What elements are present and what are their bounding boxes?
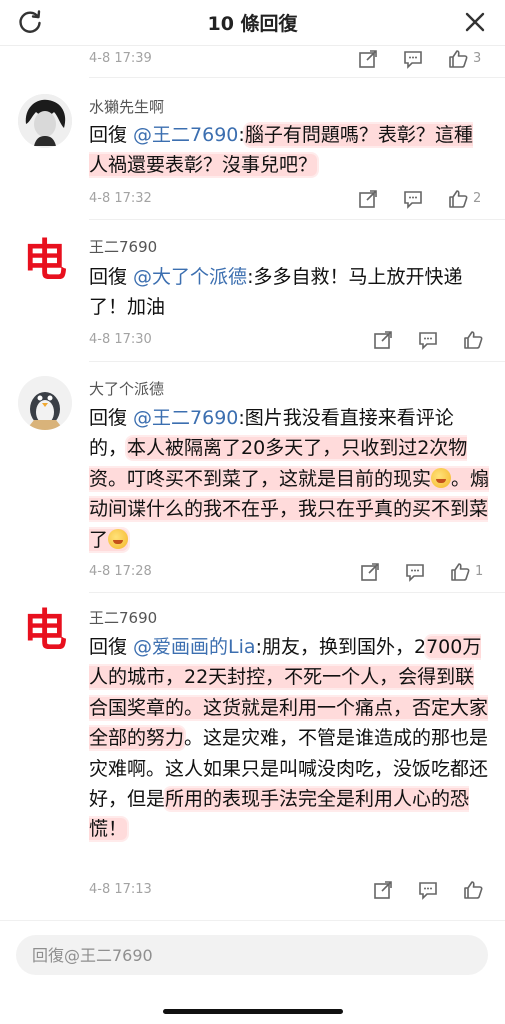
share-icon[interactable] xyxy=(359,561,383,585)
share-icon[interactable] xyxy=(357,188,381,212)
like-icon[interactable] xyxy=(462,879,486,903)
comment-time: 4-8 17:28 xyxy=(89,564,152,579)
like-icon[interactable] xyxy=(449,561,473,585)
page-title: 10 條回復 xyxy=(207,13,298,35)
comment-username[interactable]: 水獺先生啊 xyxy=(89,96,164,117)
comment-time: 4-8 17:30 xyxy=(89,332,152,347)
comment-icon[interactable] xyxy=(404,561,428,585)
avatar[interactable]: 电 xyxy=(18,234,72,288)
like-icon[interactable] xyxy=(447,48,471,72)
comment-time: 4-8 17:13 xyxy=(89,882,152,897)
like-icon[interactable] xyxy=(462,329,486,353)
emoji-icon xyxy=(108,528,129,549)
top-bar: 10 條回復 xyxy=(0,0,505,46)
comment-text: 回復 @王二7690:图片我没看直接来看评论的，本人被隔离了20多天了，只收到过… xyxy=(89,403,491,555)
reply-prefix: 回復 xyxy=(89,407,134,429)
mention-link[interactable]: @大了个派德 xyxy=(133,266,247,288)
comment-icon[interactable] xyxy=(417,879,441,903)
reply-input[interactable] xyxy=(16,935,488,975)
comment-meta-row: 4-8 17:28 1 xyxy=(89,561,487,585)
comment-icon[interactable] xyxy=(402,48,426,72)
divider xyxy=(89,77,505,78)
comment-icon[interactable] xyxy=(417,329,441,353)
comment-text: 回復 @大了个派德:多多自救！马上放开快递了！加油 xyxy=(89,262,491,323)
comment-username[interactable]: 大了个派德 xyxy=(89,378,164,399)
comment-meta-row: 4-8 17:13 xyxy=(89,879,487,903)
comment-meta-row: 4-8 17:30 xyxy=(89,329,487,353)
reply-prefix: 回復 xyxy=(89,636,134,658)
avatar[interactable] xyxy=(18,376,72,430)
reply-prefix: 回復 xyxy=(89,124,134,146)
mention-link[interactable]: @王二7690 xyxy=(133,124,238,146)
divider xyxy=(89,361,505,362)
comment-meta-row: 4-8 17:32 2 xyxy=(89,188,487,212)
share-icon[interactable] xyxy=(372,879,396,903)
reply-bar xyxy=(0,920,505,1024)
divider xyxy=(89,219,505,220)
home-indicator xyxy=(163,1009,343,1014)
reply-prefix: 回復 xyxy=(89,266,134,288)
comment-text: 回復 @王二7690:腦子有問題嗎？表彰？這種人禍還要表彰？沒事兒吧？ xyxy=(89,120,491,181)
like-count: 3 xyxy=(473,51,482,66)
divider xyxy=(89,592,505,593)
comment-text-part: :朋友，换到国外，2 xyxy=(255,636,427,658)
comment-text: 回復 @爱画画的Lia:朋友，换到国外，2700万人的城市，22天封控，不死一个… xyxy=(89,632,491,845)
like-count: 1 xyxy=(475,564,484,579)
share-icon[interactable] xyxy=(372,329,396,353)
comment-username[interactable]: 王二7690 xyxy=(89,607,157,628)
mention-link[interactable]: @爱画画的Lia xyxy=(133,636,256,658)
highlighted-text: 本人被隔离了20多天了，只收到过2次物资。叮咚买不到菜了，这就是目前的现实 。煽动… xyxy=(89,437,490,551)
avatar[interactable] xyxy=(18,94,72,148)
mention-link[interactable]: @王二7690 xyxy=(133,407,238,429)
comment-time: 4-8 17:39 xyxy=(89,51,152,66)
like-icon[interactable] xyxy=(447,188,471,212)
avatar[interactable]: 电 xyxy=(18,604,72,658)
like-count: 2 xyxy=(473,191,482,206)
comment-meta-row: 4-8 17:39 3 xyxy=(89,48,487,72)
emoji-icon xyxy=(431,467,452,488)
comment-icon[interactable] xyxy=(402,188,426,212)
highlighted-text-part: 本人被隔离了20多天了，只收到过2次物资。叮咚买不到菜了，这就是目前的现实 xyxy=(89,437,468,490)
comment-username[interactable]: 王二7690 xyxy=(89,236,157,257)
share-icon[interactable] xyxy=(357,48,381,72)
close-icon[interactable] xyxy=(461,8,489,36)
comment-text-part: : xyxy=(238,124,245,146)
comment-time: 4-8 17:32 xyxy=(89,191,152,206)
